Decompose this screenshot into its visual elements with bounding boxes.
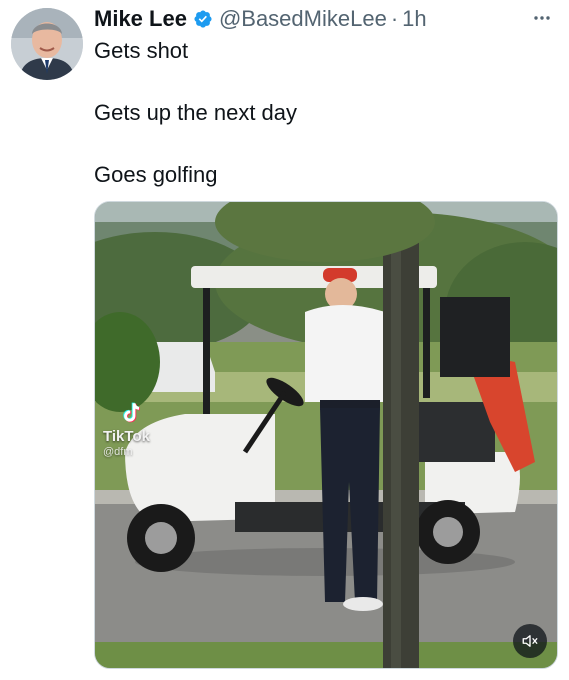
verified-badge-icon (194, 10, 212, 28)
avatar[interactable] (11, 8, 83, 80)
avatar-image (11, 8, 83, 80)
tiktok-watermark: TikTok @dfm (103, 400, 150, 458)
more-options-button[interactable] (529, 8, 555, 28)
tiktok-logo-icon (123, 402, 140, 423)
separator-dot: · (390, 6, 399, 31)
volume-muted-icon (522, 635, 538, 647)
timestamp[interactable]: 1h (402, 6, 426, 32)
mute-button[interactable] (513, 624, 547, 658)
tweet-text-line-3: Goes golfing (94, 162, 218, 187)
more-options-icon (534, 16, 550, 20)
tweet-header: Mike Lee @BasedMikeLee · 1h (94, 6, 427, 32)
tweet-text-line-2: Gets up the next day (94, 100, 298, 125)
tiktok-brand-text: TikTok (103, 428, 150, 445)
video-player[interactable]: TikTok @dfm (94, 201, 558, 669)
tiktok-username: @dfm (103, 446, 133, 458)
author-name[interactable]: Mike Lee (94, 6, 187, 32)
tweet-text-line-1: Gets shot (94, 38, 189, 63)
author-handle[interactable]: @BasedMikeLee (219, 6, 387, 32)
video-frame (95, 202, 557, 668)
